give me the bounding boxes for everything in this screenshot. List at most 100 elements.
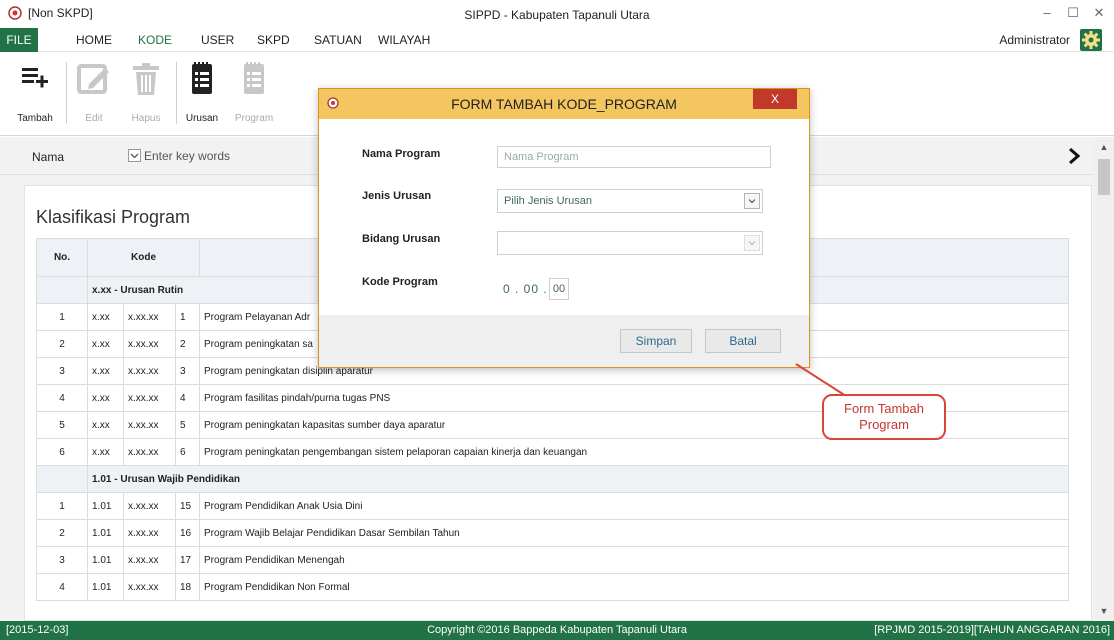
cell-kode-1: x.xx bbox=[87, 303, 124, 331]
menu-wilayah[interactable]: WILAYAH bbox=[378, 28, 430, 52]
document-list-icon bbox=[244, 62, 264, 94]
dialog-body: Nama Program Jenis Urusan Pilih Jenis Ur… bbox=[319, 119, 809, 315]
nama-program-input[interactable] bbox=[497, 146, 771, 168]
chevron-down-icon bbox=[130, 153, 139, 159]
cell-program-name: Program Pendidikan Non Formal bbox=[199, 573, 1070, 601]
dialog-header: FORM TAMBAH KODE_PROGRAM X bbox=[319, 89, 809, 119]
edit-icon bbox=[77, 64, 109, 94]
cell-no: 4 bbox=[36, 573, 88, 601]
table-row[interactable]: 6 x.xx x.xx.xx 6 Program peningkatan pengemb… bbox=[36, 438, 1070, 466]
cell-kode-3: 17 bbox=[174, 546, 201, 574]
cell-kode-3: 1 bbox=[174, 303, 201, 331]
cell-kode-3: 16 bbox=[174, 519, 201, 547]
program-label: Program bbox=[234, 113, 274, 124]
menu-satuan[interactable]: SATUAN bbox=[314, 28, 362, 52]
dialog-footer: Simpan Batal bbox=[319, 315, 809, 367]
cell-kode-1: x.xx bbox=[87, 438, 124, 466]
select-arrow[interactable] bbox=[744, 193, 760, 209]
cell-no: 3 bbox=[36, 546, 88, 574]
table-row[interactable]: 4 1.01 x.xx.xx 18 Program Pendidikan Non For… bbox=[36, 573, 1070, 601]
kode-prefix: 0 . 00 . bbox=[503, 282, 548, 296]
search-field-dropdown[interactable] bbox=[128, 149, 141, 162]
cell-kode-3: 6 bbox=[174, 438, 201, 466]
hapus-button[interactable]: Hapus bbox=[124, 56, 168, 132]
bidang-urusan-label: Bidang Urusan bbox=[362, 233, 441, 245]
cell-kode-3: 18 bbox=[174, 573, 201, 601]
table-group-row: 1.01 - Urusan Wajib Pendidikan bbox=[36, 465, 1070, 493]
program-button[interactable]: Program bbox=[230, 56, 278, 132]
cell-no: 4 bbox=[36, 384, 88, 412]
simpan-button[interactable]: Simpan bbox=[620, 329, 692, 353]
scroll-up-icon[interactable]: ▲ bbox=[1098, 141, 1110, 153]
table-row[interactable]: 1 1.01 x.xx.xx 15 Program Pendidikan Anak Us… bbox=[36, 492, 1070, 520]
menu-skpd[interactable]: SKPD bbox=[257, 28, 290, 52]
window-title: SIPPD - Kabupaten Tapanuli Utara bbox=[464, 8, 650, 22]
maximize-button[interactable]: ☐ bbox=[1060, 3, 1086, 23]
callout-line1: Form Tambah bbox=[844, 401, 924, 416]
cell-no: 1 bbox=[36, 492, 88, 520]
minimize-button[interactable]: – bbox=[1034, 3, 1060, 23]
group-empty-cell bbox=[36, 465, 88, 493]
cell-kode-3: 4 bbox=[174, 384, 201, 412]
urusan-label: Urusan bbox=[185, 113, 219, 124]
ribbon-separator bbox=[176, 62, 177, 124]
user-name[interactable]: Administrator bbox=[999, 28, 1070, 52]
chevron-down-icon bbox=[748, 241, 756, 246]
cell-program-name: Program Wajib Belajar Pendidikan Dasar S… bbox=[199, 519, 1070, 547]
table-row[interactable]: 2 1.01 x.xx.xx 16 Program Wajib Belajar Pend… bbox=[36, 519, 1070, 547]
cell-kode-3: 5 bbox=[174, 411, 201, 439]
jenis-urusan-label: Jenis Urusan bbox=[362, 190, 432, 202]
menu-bar: FILE HOME KODE USER SKPD SATUAN WILAYAH … bbox=[0, 28, 1114, 52]
cell-kode-2: x.xx.xx bbox=[123, 438, 176, 466]
document-list-icon bbox=[192, 62, 212, 94]
menu-home[interactable]: HOME bbox=[76, 28, 112, 52]
nama-program-label: Nama Program bbox=[362, 148, 441, 160]
group-empty-cell bbox=[36, 276, 88, 304]
jenis-urusan-select[interactable]: Pilih Jenis Urusan bbox=[497, 189, 763, 213]
settings-button[interactable] bbox=[1080, 29, 1102, 51]
select-arrow[interactable] bbox=[744, 235, 760, 251]
cell-program-name: Program peningkatan pengembangan sistem … bbox=[199, 438, 1070, 466]
scroll-thumb[interactable] bbox=[1098, 159, 1110, 195]
vertical-scrollbar[interactable]: ▲ ▼ bbox=[1094, 137, 1114, 621]
cell-program-name: Program Pendidikan Menengah bbox=[199, 546, 1070, 574]
chevron-right-icon[interactable] bbox=[1064, 146, 1084, 166]
ribbon-separator bbox=[66, 62, 67, 124]
cell-kode-1: x.xx bbox=[87, 330, 124, 358]
cell-kode-1: x.xx bbox=[87, 357, 124, 385]
dialog-title: FORM TAMBAH KODE_PROGRAM bbox=[451, 96, 677, 112]
table-row[interactable]: 3 1.01 x.xx.xx 17 Program Pendidikan Menenga… bbox=[36, 546, 1070, 574]
cell-kode-1: 1.01 bbox=[87, 573, 124, 601]
cell-no: 2 bbox=[36, 519, 88, 547]
kode-program-label: Kode Program bbox=[362, 276, 438, 288]
cell-kode-1: 1.01 bbox=[87, 519, 124, 547]
header-kode: Kode bbox=[86, 238, 201, 277]
cell-no: 2 bbox=[36, 330, 88, 358]
bidang-urusan-select[interactable] bbox=[497, 231, 763, 255]
gear-icon bbox=[1082, 31, 1100, 49]
kode-program-input[interactable]: 00 bbox=[549, 278, 569, 300]
dialog-close-button[interactable]: X bbox=[753, 89, 797, 109]
cell-kode-3: 15 bbox=[174, 492, 201, 520]
menu-user[interactable]: USER bbox=[201, 28, 234, 52]
batal-button[interactable]: Batal bbox=[705, 329, 781, 353]
menu-file[interactable]: FILE bbox=[0, 28, 38, 52]
cell-kode-1: 1.01 bbox=[87, 546, 124, 574]
cell-kode-2: x.xx.xx bbox=[123, 546, 176, 574]
tambah-button[interactable]: Tambah bbox=[14, 56, 56, 132]
page-title: Klasifikasi Program bbox=[36, 207, 191, 227]
callout-annotation: Form Tambah Program bbox=[822, 394, 946, 440]
urusan-button[interactable]: Urusan bbox=[180, 56, 224, 132]
cell-kode-3: 2 bbox=[174, 330, 201, 358]
cell-kode-2: x.xx.xx bbox=[123, 384, 176, 412]
menu-kode[interactable]: KODE bbox=[138, 28, 172, 52]
chevron-down-icon bbox=[748, 199, 756, 204]
cell-kode-2: x.xx.xx bbox=[123, 303, 176, 331]
edit-button[interactable]: Edit bbox=[72, 56, 116, 132]
edit-label: Edit bbox=[85, 113, 103, 124]
scroll-down-icon[interactable]: ▼ bbox=[1098, 605, 1110, 617]
add-list-icon bbox=[22, 68, 48, 88]
close-window-button[interactable]: ✕ bbox=[1086, 3, 1112, 23]
cell-no: 1 bbox=[36, 303, 88, 331]
status-bar: [2015-12-03] Copyright ©2016 Bappeda Kab… bbox=[0, 621, 1114, 640]
